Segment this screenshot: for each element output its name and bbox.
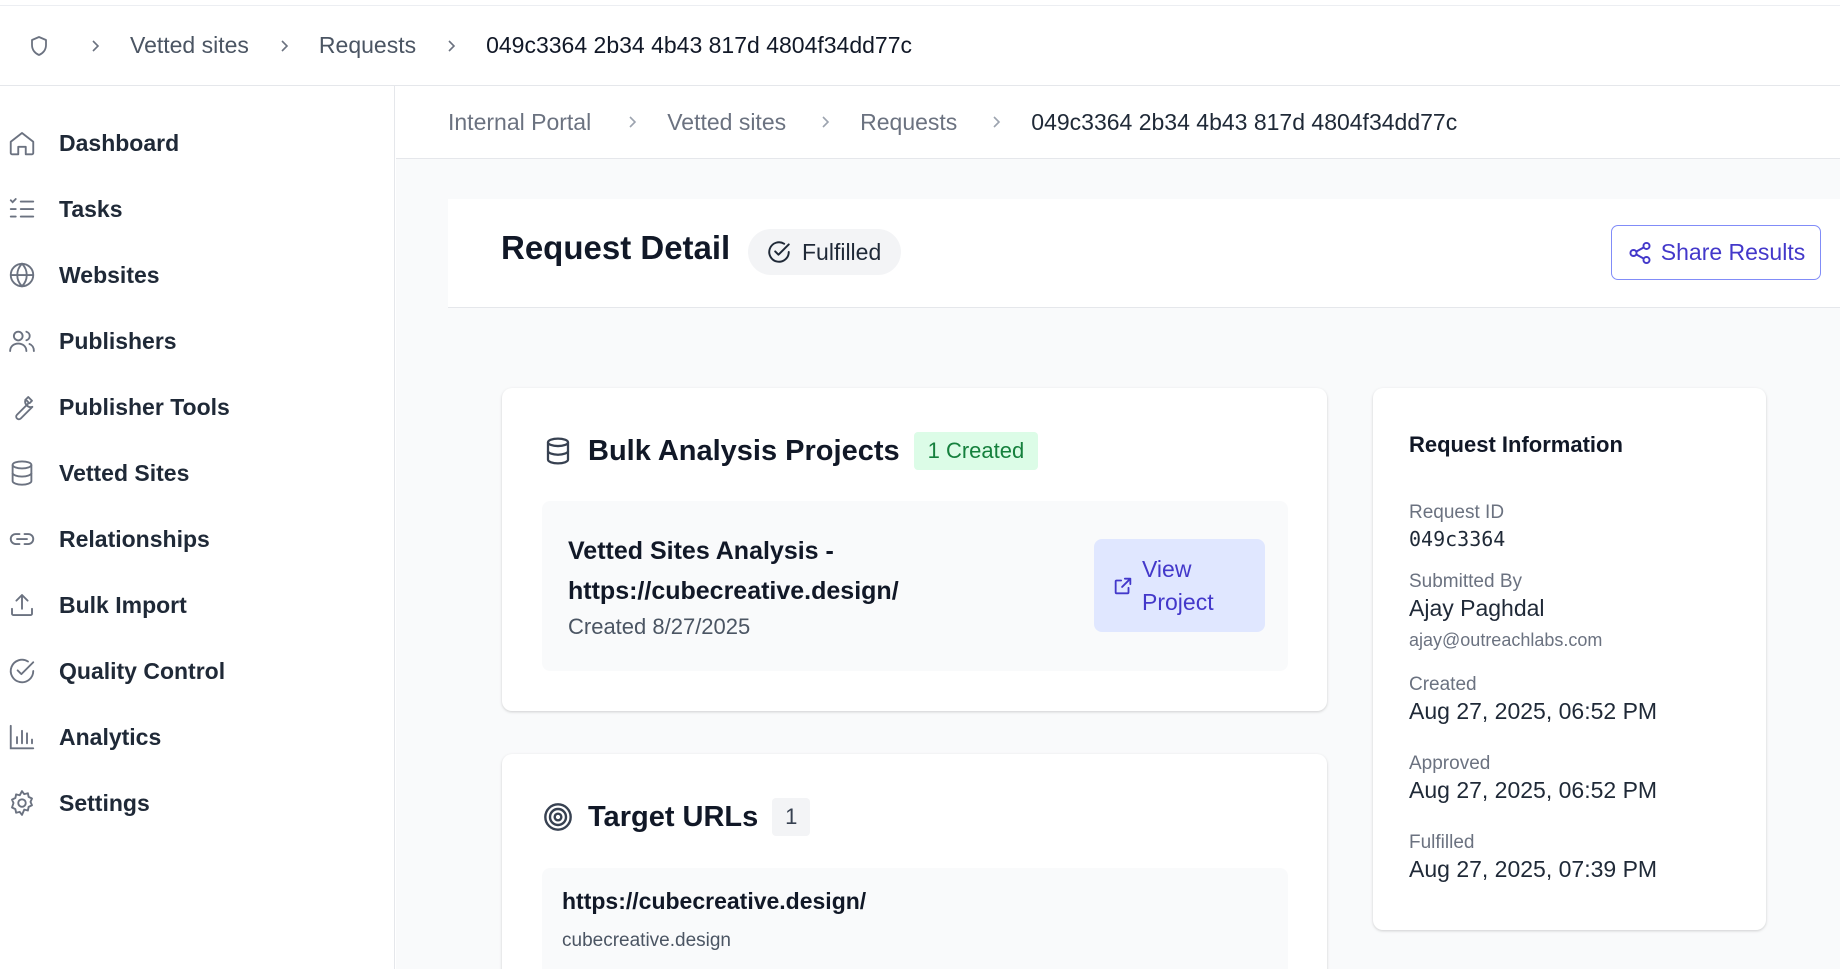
target-url-item: https://cubecreative.design/ cubecreativ… bbox=[542, 868, 1288, 969]
project-name-line-1: Vetted Sites Analysis - bbox=[568, 537, 834, 565]
check-circle-icon bbox=[766, 239, 792, 265]
submitted-by-label: Submitted By bbox=[1409, 571, 1522, 592]
bulk-analysis-header: Bulk Analysis Projects 1 Created bbox=[542, 432, 1039, 470]
target-urls-count-badge: 1 bbox=[772, 798, 811, 836]
share-results-button[interactable]: Share Results bbox=[1611, 225, 1821, 280]
view-project-label-line-1: View bbox=[1142, 555, 1192, 582]
breadcrumb-internal-portal[interactable]: Internal Portal bbox=[448, 109, 591, 136]
upload-icon bbox=[0, 583, 44, 627]
breadcrumb-current: 049c3364 2b34 4b43 817d 4804f34dd77c bbox=[1031, 108, 1458, 135]
sidebar-item-publishers[interactable]: Publishers bbox=[0, 313, 395, 369]
database-icon bbox=[542, 435, 574, 467]
status-badge-label: Fulfilled bbox=[802, 238, 882, 265]
target-url[interactable]: https://cubecreative.design/ bbox=[562, 888, 866, 915]
status-badge: Fulfilled bbox=[748, 229, 902, 275]
sidebar-item-label: Tasks bbox=[59, 195, 123, 222]
target-url-domain: cubecreative.design bbox=[562, 930, 731, 951]
sidebar-item-vetted-sites[interactable]: Vetted Sites bbox=[0, 445, 395, 501]
top-breadcrumb-vetted-sites[interactable]: Vetted sites bbox=[130, 32, 249, 59]
sidebar-item-label: Publishers bbox=[59, 327, 177, 354]
request-information-card: Request Information Request ID 049c3364 … bbox=[1373, 388, 1766, 930]
request-information-title: Request Information bbox=[1409, 432, 1623, 457]
globe-icon bbox=[0, 253, 44, 297]
sidebar-item-label: Analytics bbox=[59, 723, 162, 750]
chevron-right-icon bbox=[440, 35, 462, 57]
external-link-icon bbox=[1112, 575, 1134, 597]
bar-chart-icon bbox=[0, 715, 44, 759]
created-value: Aug 27, 2025, 06:52 PM bbox=[1409, 698, 1658, 724]
sidebar-item-label: Settings bbox=[59, 789, 150, 816]
fulfilled-label: Fulfilled bbox=[1409, 832, 1475, 853]
page-header: Request Detail Fulfilled Share Results bbox=[448, 199, 1840, 308]
sidebar-item-analytics[interactable]: Analytics bbox=[0, 709, 395, 765]
sidebar-item-label: Relationships bbox=[59, 525, 210, 552]
sidebar-item-relationships[interactable]: Relationships bbox=[0, 511, 395, 567]
submitted-by-name: Ajay Paghdal bbox=[1409, 595, 1545, 621]
submitted-by-email: ajay@outreachlabs.com bbox=[1409, 630, 1603, 650]
database-icon bbox=[0, 451, 44, 495]
sidebar-item-dashboard[interactable]: Dashboard bbox=[0, 115, 395, 171]
request-id-value: 049c3364 bbox=[1409, 527, 1506, 551]
approved-value: Aug 27, 2025, 06:52 PM bbox=[1409, 777, 1658, 803]
target-icon bbox=[542, 801, 574, 833]
bulk-analysis-title: Bulk Analysis Projects bbox=[588, 434, 900, 467]
sidebar-item-label: Bulk Import bbox=[59, 591, 187, 618]
sidebar-item-label: Publisher Tools bbox=[59, 393, 230, 420]
view-project-label: View Project bbox=[1142, 553, 1232, 619]
breadcrumb-requests[interactable]: Requests bbox=[860, 109, 957, 136]
top-breadcrumb-bar: Vetted sites Requests 049c3364 2b34 4b43… bbox=[0, 5, 1840, 86]
users-icon bbox=[0, 319, 44, 363]
chevron-right-icon bbox=[621, 111, 643, 133]
sidebar-item-label: Vetted Sites bbox=[59, 459, 190, 486]
sidebar-item-settings[interactable]: Settings bbox=[0, 775, 395, 831]
share-icon bbox=[1627, 240, 1653, 266]
chevron-right-icon bbox=[273, 35, 295, 57]
list-checks-icon bbox=[0, 187, 44, 231]
bulk-analysis-card: Bulk Analysis Projects 1 Created Vetted … bbox=[502, 388, 1327, 711]
top-breadcrumb: Vetted sites Requests 049c3364 2b34 4b43… bbox=[24, 31, 912, 61]
link-icon bbox=[0, 517, 44, 561]
top-breadcrumb-requests[interactable]: Requests bbox=[319, 32, 416, 59]
chevron-right-icon bbox=[985, 111, 1007, 133]
sidebar-item-publisher-tools[interactable]: Publisher Tools bbox=[0, 379, 395, 435]
breadcrumb-vetted-sites[interactable]: Vetted sites bbox=[667, 109, 786, 136]
breadcrumb: Internal Portal Vetted sites Requests 04… bbox=[396, 86, 1840, 159]
home-icon bbox=[0, 121, 44, 165]
sidebar-item-quality-control[interactable]: Quality Control bbox=[0, 643, 395, 699]
approved-label: Approved bbox=[1409, 753, 1491, 774]
chevron-right-icon bbox=[814, 111, 836, 133]
sidebar-item-label: Dashboard bbox=[59, 129, 180, 156]
page-title: Request Detail bbox=[501, 229, 731, 266]
fulfilled-value: Aug 27, 2025, 07:39 PM bbox=[1409, 856, 1658, 882]
sidebar-item-label: Websites bbox=[59, 261, 160, 288]
chevron-right-icon bbox=[84, 35, 106, 57]
sidebar-item-websites[interactable]: Websites bbox=[0, 247, 395, 303]
sidebar-item-bulk-import[interactable]: Bulk Import bbox=[0, 577, 395, 633]
created-count-badge: 1 Created bbox=[913, 432, 1039, 470]
project-name-line-2: https://cubecreative.design/ bbox=[568, 577, 899, 605]
project-name: Vetted Sites Analysis - https://cubecrea… bbox=[568, 531, 968, 611]
project-item: Vetted Sites Analysis - https://cubecrea… bbox=[542, 501, 1288, 671]
check-circle-icon bbox=[0, 649, 44, 693]
view-project-label-line-2: Project bbox=[1142, 588, 1214, 615]
sidebar-item-tasks[interactable]: Tasks bbox=[0, 181, 395, 237]
sidebar: Dashboard Tasks Websites Publishers Publ… bbox=[0, 86, 395, 969]
wrench-icon bbox=[0, 385, 44, 429]
gear-icon bbox=[0, 781, 44, 825]
created-label: Created bbox=[1409, 674, 1477, 695]
sidebar-item-label: Quality Control bbox=[59, 657, 226, 684]
request-id-label: Request ID bbox=[1409, 502, 1505, 523]
target-urls-title: Target URLs bbox=[588, 800, 759, 833]
shield-icon[interactable] bbox=[24, 31, 54, 61]
target-urls-card: Target URLs 1 https://cubecreative.desig… bbox=[502, 754, 1327, 969]
main-content: Internal Portal Vetted sites Requests 04… bbox=[396, 86, 1840, 969]
share-results-label: Share Results bbox=[1660, 239, 1806, 265]
view-project-button[interactable]: View Project bbox=[1094, 539, 1265, 632]
top-breadcrumb-current: 049c3364 2b34 4b43 817d 4804f34dd77c bbox=[486, 32, 912, 58]
target-urls-header: Target URLs 1 bbox=[542, 798, 811, 836]
project-created-date: Created 8/27/2025 bbox=[568, 614, 751, 639]
